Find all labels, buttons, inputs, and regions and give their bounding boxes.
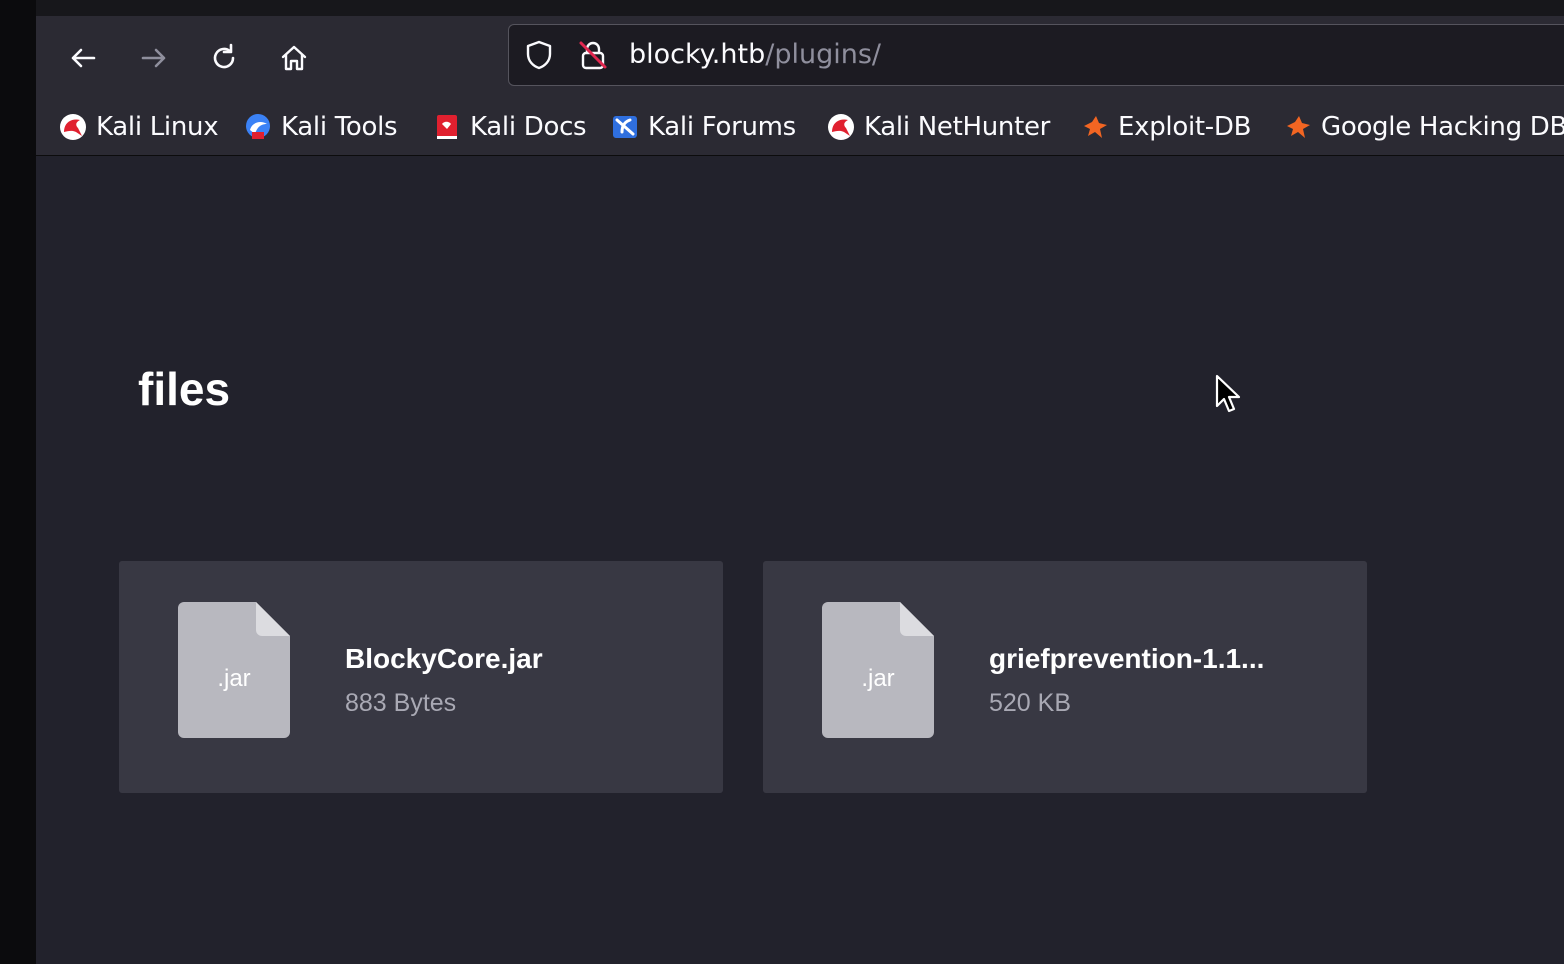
kali-forums-icon xyxy=(613,116,637,138)
file-size: 883 Bytes xyxy=(345,689,457,717)
bookmark-kali-nethunter[interactable]: Kali NetHunter xyxy=(826,109,1050,145)
arrow-right-icon xyxy=(141,48,166,68)
kali-tools-icon xyxy=(246,114,270,139)
bookmarks-toolbar: Kali Linux Kali Tools Kali Docs Kali For… xyxy=(36,100,1564,156)
url-path: /plugins/ xyxy=(765,39,881,70)
exploit-db-icon xyxy=(1084,116,1107,138)
file-card[interactable]: .jar BlockyCore.jar 883 Bytes xyxy=(119,561,723,793)
bookmark-kali-docs[interactable]: Kali Docs xyxy=(432,109,587,145)
forward-button[interactable] xyxy=(132,36,176,80)
file-extension: .jar xyxy=(217,665,251,692)
page-title: files xyxy=(138,363,231,415)
shield-icon[interactable] xyxy=(523,39,555,71)
kali-docs-icon xyxy=(437,115,457,139)
file-size: 520 KB xyxy=(989,689,1072,717)
reload-icon xyxy=(213,43,235,69)
arrow-left-icon xyxy=(71,48,96,68)
bookmark-kali-linux[interactable]: Kali Linux xyxy=(58,109,219,145)
tab-strip xyxy=(36,0,1564,16)
page-content: files .jar BlockyCore.jar 883 Bytes .jar… xyxy=(36,156,1564,964)
bookmark-google-hacking-db[interactable]: Google Hacking DB xyxy=(1283,109,1564,145)
desktop-edge xyxy=(0,0,36,964)
file-name[interactable]: BlockyCore.jar xyxy=(345,643,543,675)
browser-toolbar: blocky.htb/plugins/ xyxy=(36,16,1564,100)
reload-button[interactable] xyxy=(202,36,246,80)
url-text[interactable]: blocky.htb/plugins/ xyxy=(629,38,881,72)
exploit-db-icon xyxy=(1287,116,1310,138)
home-icon xyxy=(281,45,307,71)
url-bar[interactable]: blocky.htb/plugins/ xyxy=(508,24,1564,86)
kali-dragon-icon xyxy=(60,114,86,140)
file-card[interactable]: .jar griefprevention-1.1... 520 KB xyxy=(763,561,1367,793)
back-button[interactable] xyxy=(61,36,105,80)
insecure-lock-icon[interactable] xyxy=(577,39,609,71)
bookmark-kali-tools[interactable]: Kali Tools xyxy=(243,109,398,145)
mouse-cursor-icon xyxy=(1215,374,1241,413)
file-extension: .jar xyxy=(861,665,895,692)
kali-dragon-icon xyxy=(828,114,854,140)
file-name[interactable]: griefprevention-1.1... xyxy=(989,643,1264,675)
bookmark-exploit-db[interactable]: Exploit-DB xyxy=(1080,109,1251,145)
bookmark-kali-forums[interactable]: Kali Forums xyxy=(610,109,796,145)
url-host: blocky.htb xyxy=(629,39,766,70)
home-button[interactable] xyxy=(272,36,316,80)
